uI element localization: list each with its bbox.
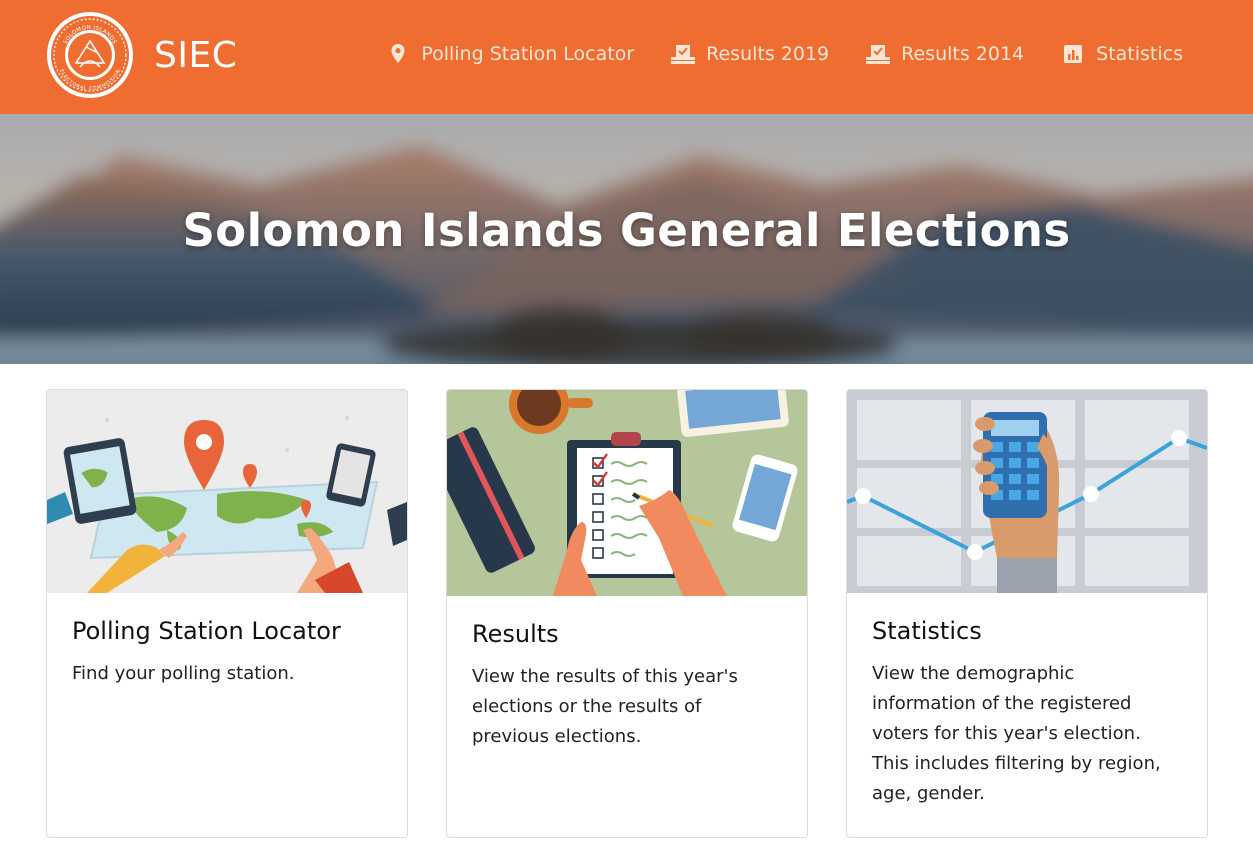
feature-cards: Polling Station Locator Find your pollin… xyxy=(0,389,1253,839)
card-results[interactable]: Results View the results of this year's … xyxy=(446,389,808,838)
card-description: View the results of this year's election… xyxy=(472,666,738,747)
bar-chart-icon xyxy=(1064,45,1083,63)
nav-label: Polling Station Locator xyxy=(421,43,635,65)
card-description: Find your polling station. xyxy=(72,663,295,684)
nav-label: Results 2019 xyxy=(706,43,830,65)
map-pin-icon xyxy=(391,44,405,63)
nav-results-2014[interactable]: Results 2014 xyxy=(865,32,1024,76)
clipboard-checklist-illustration xyxy=(447,390,807,596)
hero-banner: Solomon Islands General Elections xyxy=(0,114,1253,364)
card-polling-station-locator[interactable]: Polling Station Locator Find your pollin… xyxy=(46,389,408,838)
nav-statistics[interactable]: Statistics xyxy=(1060,32,1183,76)
nav-label: Statistics xyxy=(1096,43,1183,65)
card-title: Polling Station Locator xyxy=(72,617,341,645)
card-statistics[interactable]: Statistics View the demographic informat… xyxy=(846,389,1208,838)
ballot-box-icon xyxy=(866,45,891,64)
siec-logo: SOLOMON ISLANDS ELECTORAL COMMISSION xyxy=(47,12,133,98)
ballot-box-icon xyxy=(671,45,696,64)
calculator-chart-illustration xyxy=(847,390,1207,593)
card-title: Statistics xyxy=(872,617,982,645)
top-navbar: SOLOMON ISLANDS ELECTORAL COMMISSION SIE… xyxy=(0,0,1253,114)
nav-label: Results 2014 xyxy=(901,43,1025,65)
brand-name: SIEC xyxy=(154,34,238,76)
world-map-illustration xyxy=(47,390,407,593)
card-title: Results xyxy=(472,620,559,648)
nav-results-2019[interactable]: Results 2019 xyxy=(670,32,829,76)
brand-home-link[interactable]: SOLOMON ISLANDS ELECTORAL COMMISSION SIE… xyxy=(46,10,237,100)
nav-polling-station-locator[interactable]: Polling Station Locator xyxy=(385,32,634,76)
card-description: View the demographic information of the … xyxy=(872,663,1161,804)
hero-title: Solomon Islands General Elections xyxy=(182,204,1071,257)
main-nav: Polling Station Locator Results 2019 Res… xyxy=(385,32,1183,76)
